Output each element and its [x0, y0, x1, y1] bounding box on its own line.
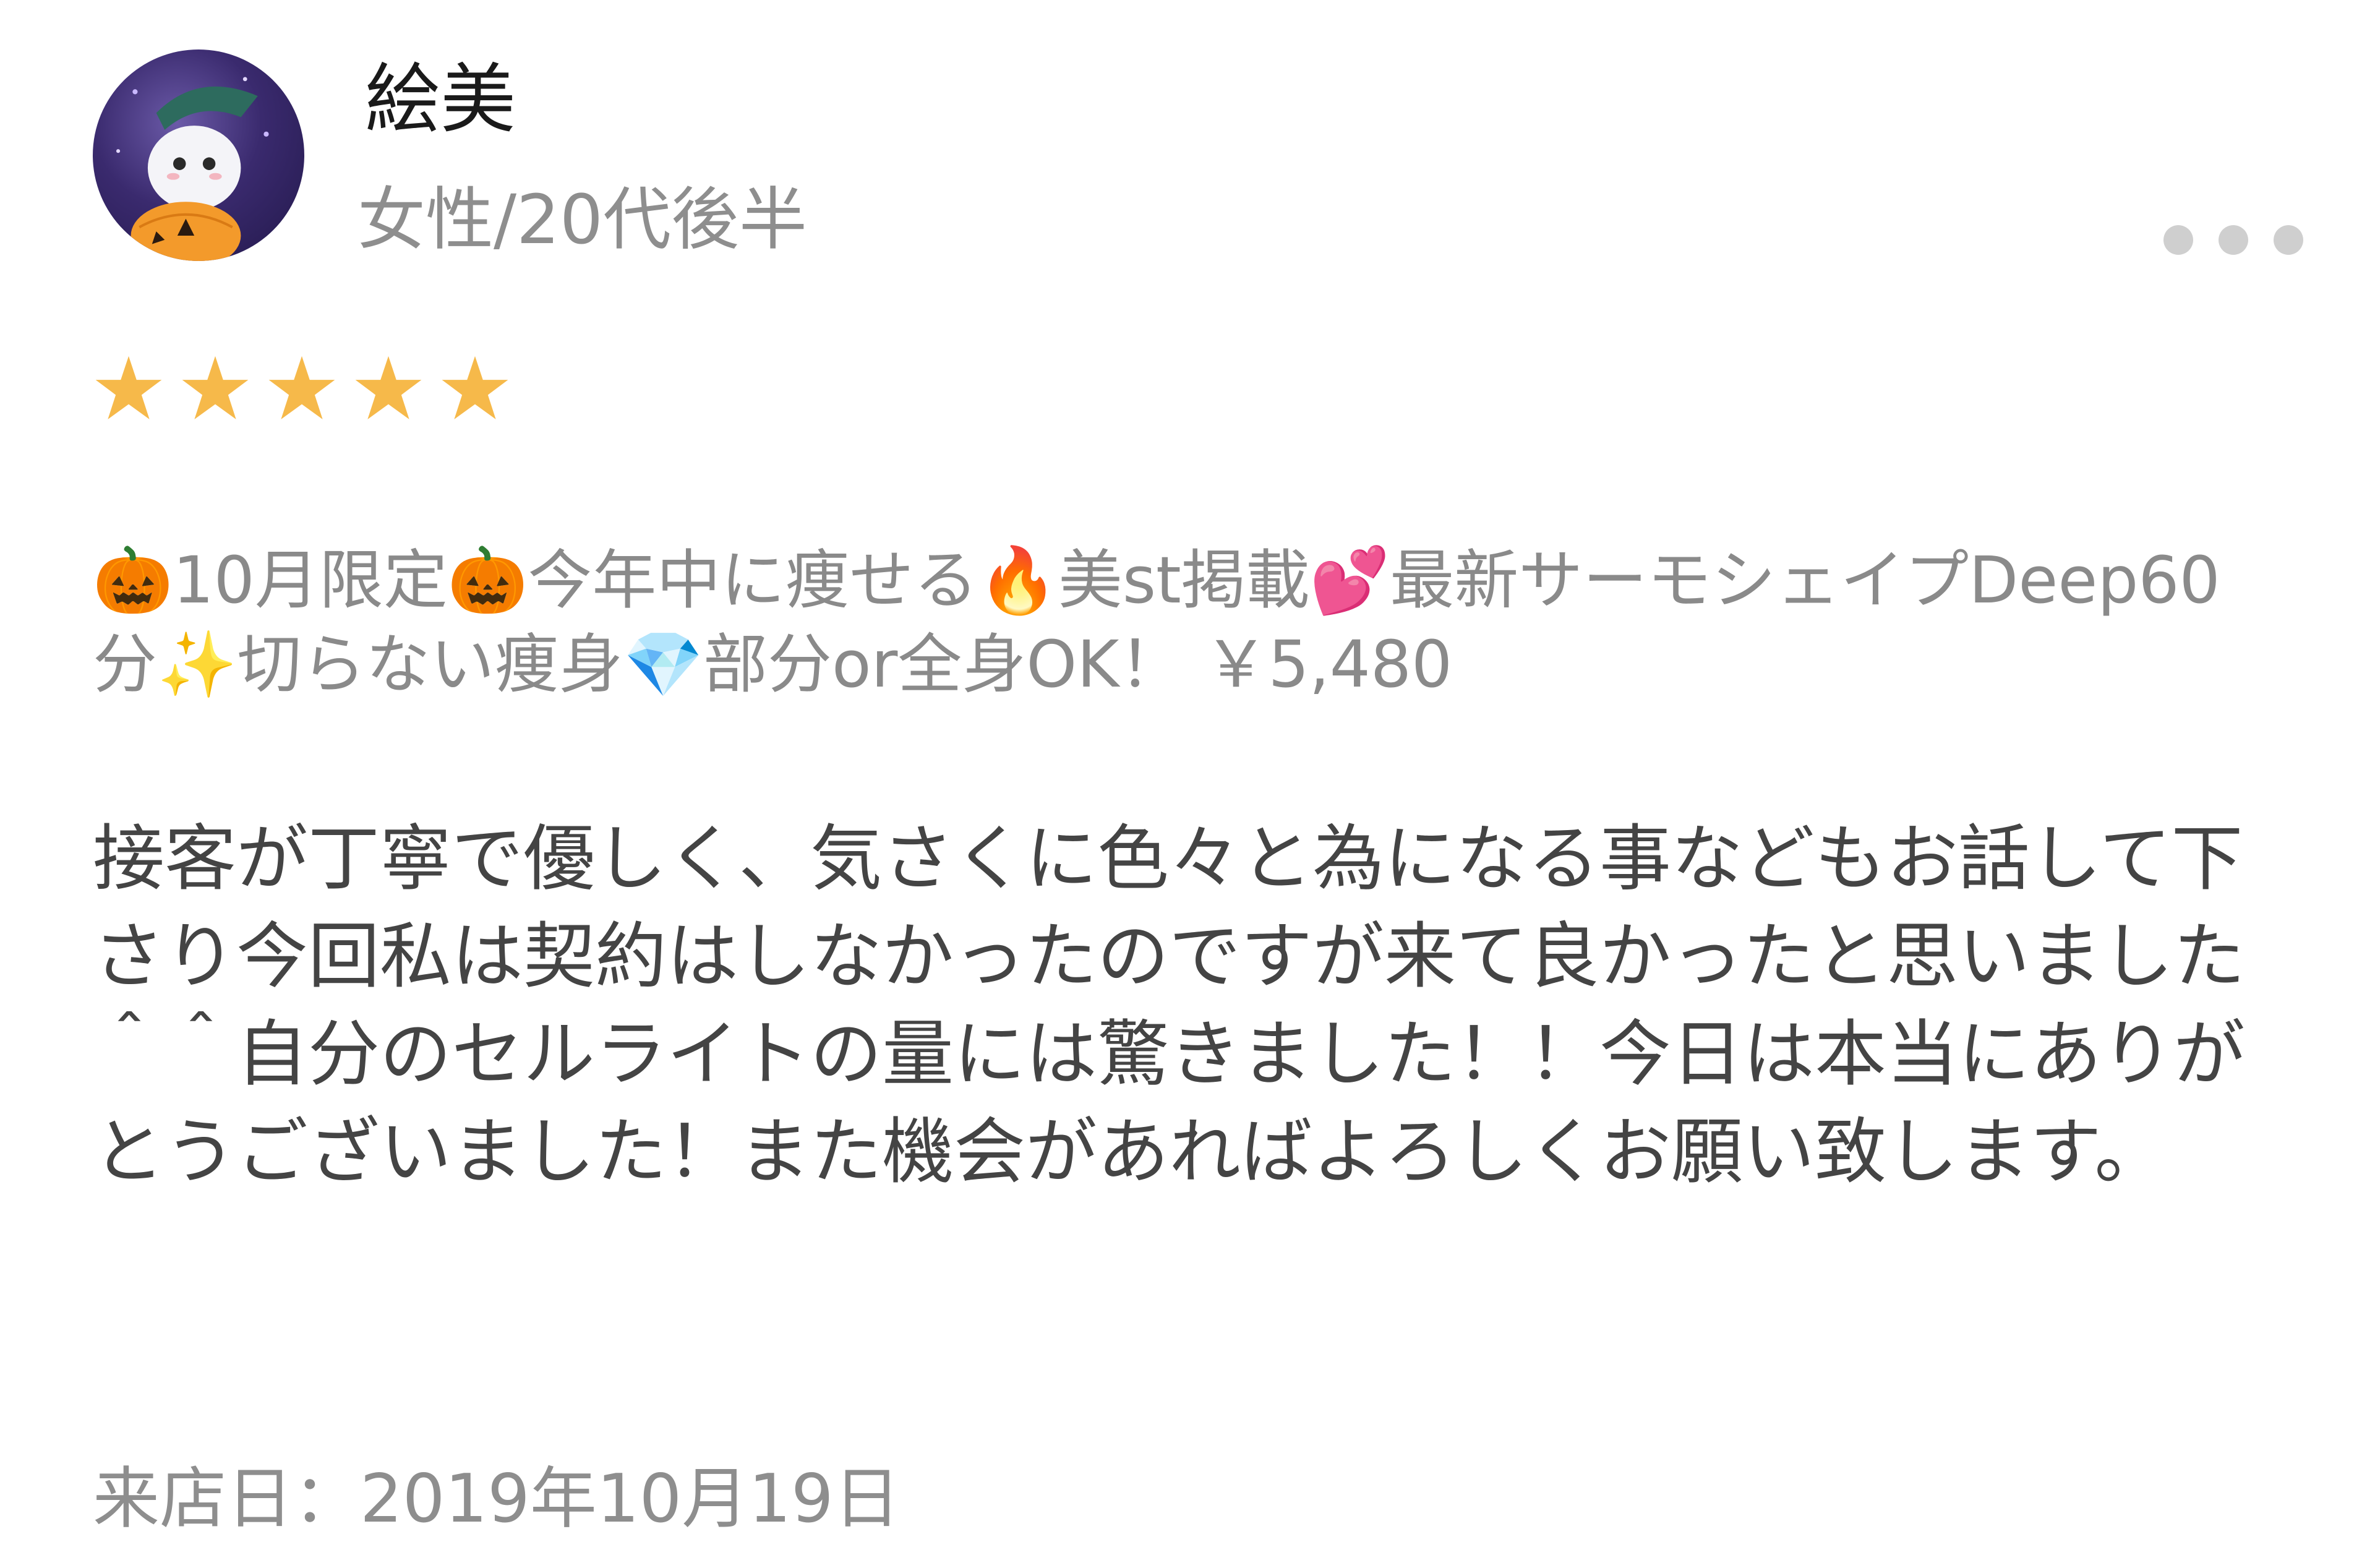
reviewer-name: 絵美	[365, 56, 516, 144]
reviewer-demographic: 女性/20代後半	[357, 180, 808, 259]
star-icon	[355, 356, 422, 419]
more-dots-icon	[2274, 225, 2303, 255]
more-dots-icon	[2219, 225, 2248, 255]
avatar[interactable]	[93, 49, 304, 261]
star-icon	[268, 356, 335, 419]
more-options-button[interactable]	[2163, 221, 2303, 259]
menu-title[interactable]: 🎃10月限定🎃今年中に痩せる🔥美st掲載💕最新サーモシェイプDeep60分✨切ら…	[93, 538, 2282, 706]
star-icon	[442, 356, 508, 419]
star-rating	[93, 353, 511, 424]
review-text: 接客が丁寧で優しく、気さくに色々と為になる事などもお話して下さり今回私は契約はし…	[93, 817, 2245, 1194]
ghost-pumpkin-avatar-icon	[116, 77, 269, 261]
visit-date: 来店日：2019年10月19日	[93, 1460, 901, 1538]
star-icon	[95, 356, 162, 419]
more-dots-icon	[2163, 225, 2193, 255]
star-icon	[182, 356, 249, 419]
